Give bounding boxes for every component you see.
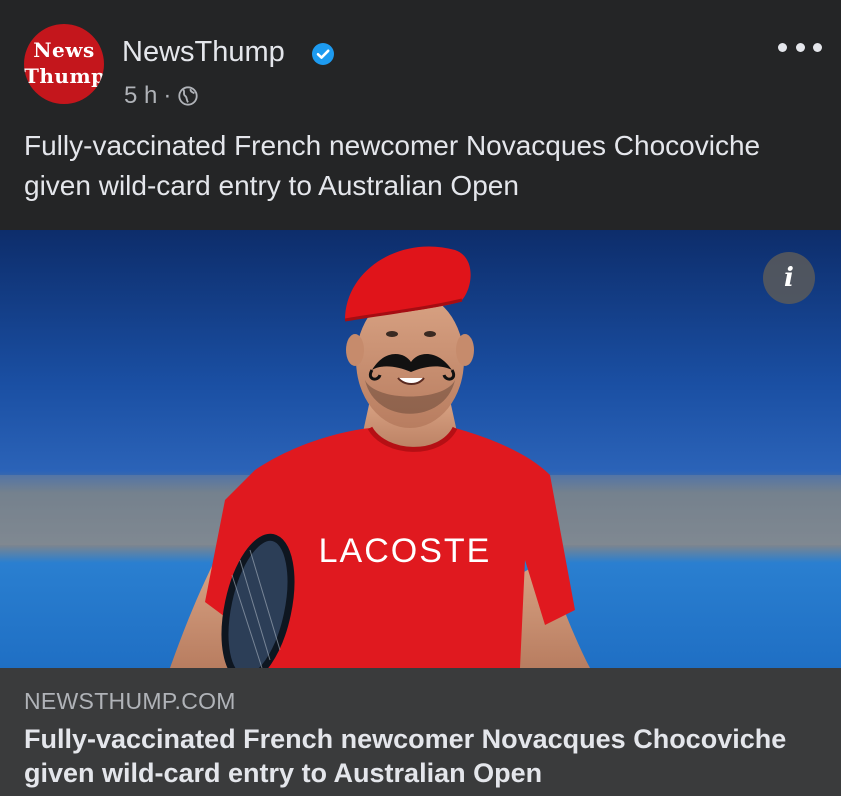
shirt-logo-text: LACOSTE <box>319 532 492 570</box>
verified-badge-icon <box>312 43 334 65</box>
more-options-button[interactable] <box>778 36 822 58</box>
page-name-link[interactable]: NewsThump <box>122 36 285 69</box>
more-options-dot <box>795 42 805 52</box>
page-avatar[interactable]: News Thump <box>24 24 104 104</box>
link-domain: NEWSTHUMP.COM <box>24 688 236 714</box>
info-icon: i <box>784 263 794 293</box>
post-image-illustration: LACOSTE <box>0 230 841 668</box>
more-options-icon <box>778 42 787 52</box>
avatar-logo-text-1: News <box>33 38 95 62</box>
post-text: Fully-vaccinated French newcomer Novacqu… <box>24 130 761 201</box>
more-options-dot <box>813 42 822 52</box>
meta-separator: · <box>163 82 172 109</box>
info-button[interactable]: i <box>763 252 815 304</box>
avatar-logo-text-2: Thump <box>24 64 104 88</box>
post-image[interactable]: LACOSTE <box>0 230 841 668</box>
globe-icon <box>178 86 198 106</box>
post-meta: 5 h · <box>124 82 199 110</box>
link-preview[interactable]: NEWSTHUMP.COM Fully-vaccinated French ne… <box>0 668 841 796</box>
link-title: Fully-vaccinated French newcomer Novacqu… <box>24 724 787 788</box>
post-card: News Thump NewsThump 5 h · Fully-vaccina… <box>0 0 841 796</box>
post-timestamp[interactable]: 5 h <box>124 82 157 110</box>
